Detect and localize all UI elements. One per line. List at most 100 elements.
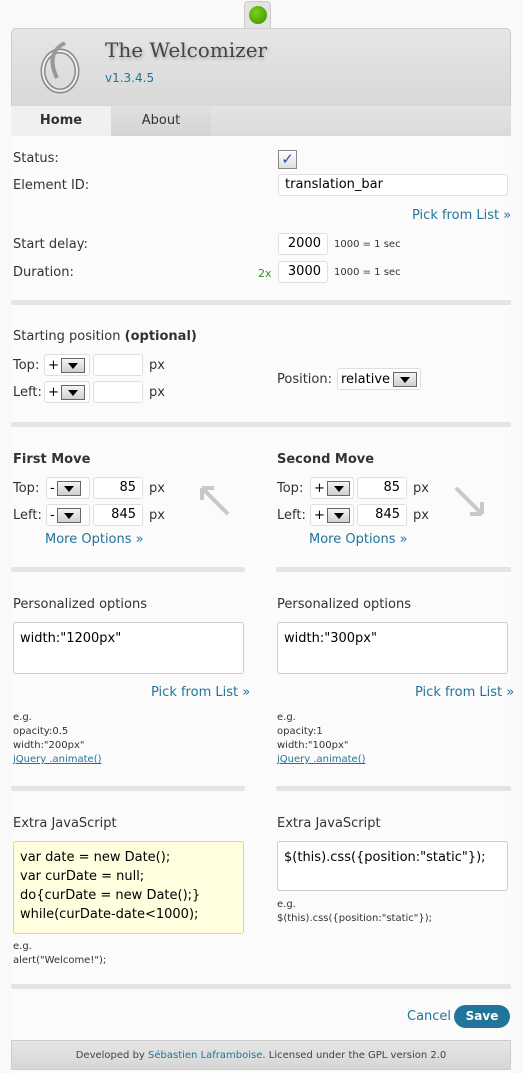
select-value: + <box>314 507 325 523</box>
example-line: width:"200px" <box>13 740 85 751</box>
first-left-sign-select[interactable]: - <box>46 504 90 526</box>
extra-js-title-2: Extra JavaScript <box>277 816 381 831</box>
status-label: Status: <box>13 151 59 166</box>
px-label: px <box>413 481 429 496</box>
extra-js-title-1: Extra JavaScript <box>13 816 117 831</box>
second-top-sign-select[interactable]: + <box>310 477 354 499</box>
duration-label: Duration: <box>13 265 74 280</box>
divider <box>11 567 245 572</box>
divider <box>11 300 511 305</box>
pick-from-list-link-1[interactable]: Pick from List » <box>151 685 250 700</box>
example-line: alert("Welcome!"); <box>13 955 107 966</box>
tab-home[interactable]: Home <box>11 106 111 136</box>
tab-about[interactable]: About <box>111 106 211 136</box>
chevron-down-icon <box>56 480 81 496</box>
chevron-down-icon <box>326 480 350 496</box>
select-value: relative <box>341 371 391 387</box>
px-label: px <box>149 508 165 523</box>
px-label: px <box>149 481 165 496</box>
personalized-example-2: e.g. opacity:1 width:"100px" jQuery .ani… <box>277 711 366 767</box>
eg-label: e.g. <box>277 899 296 910</box>
code-line: var curDate = null; <box>20 869 145 884</box>
position-select[interactable]: relative <box>337 368 421 390</box>
status-checkbox[interactable]: ✓ <box>278 150 297 169</box>
position-label: Position: <box>277 372 332 387</box>
start-left-label: Left: <box>13 385 42 400</box>
example-line: opacity:0.5 <box>13 726 69 737</box>
select-value: - <box>50 507 55 523</box>
cancel-link[interactable]: Cancel <box>407 1009 451 1024</box>
px-label: px <box>413 508 429 523</box>
code-line: $(this).css({position:"static"}); <box>284 850 486 865</box>
welcomizer-logo-icon <box>40 41 80 94</box>
starting-position-heading: Starting position (optional) <box>13 329 197 344</box>
example-line: width:"100px" <box>277 740 349 751</box>
first-left-label: Left: <box>13 508 42 523</box>
second-top-label: Top: <box>277 481 304 496</box>
start-left-input[interactable] <box>93 381 143 403</box>
example-line: $(this).css({position:"static"}); <box>277 913 433 924</box>
first-top-sign-select[interactable]: - <box>46 477 90 499</box>
footer-prefix: Developed by <box>75 1050 149 1061</box>
duration-hint: 1000 = 1 sec <box>334 267 401 278</box>
extra-js-textarea-1[interactable]: var date = new Date(); var curDate = nul… <box>13 841 244 934</box>
extra-js-textarea-2[interactable]: $(this).css({position:"static"}); <box>277 841 508 891</box>
personalized-options-textarea-1[interactable]: width:"1200px" <box>13 622 244 674</box>
first-left-input[interactable]: 845 <box>93 504 143 526</box>
eg-label: e.g. <box>13 712 32 723</box>
element-id-label: Element ID: <box>13 178 90 193</box>
pick-from-list-link-2[interactable]: Pick from List » <box>415 685 514 700</box>
divider <box>11 786 245 791</box>
jquery-animate-link[interactable]: jQuery .animate() <box>13 754 102 765</box>
chevron-down-icon <box>60 357 85 373</box>
chevron-down-icon <box>326 507 350 523</box>
optional-label: (optional) <box>124 329 197 344</box>
chevron-down-icon <box>60 384 85 400</box>
arrow-up-left-icon <box>200 486 230 516</box>
select-value: + <box>48 357 59 373</box>
divider <box>11 422 511 427</box>
select-value: + <box>48 384 59 400</box>
toggle-panel-tab[interactable] <box>244 1 271 29</box>
pick-from-list-link[interactable]: Pick from List » <box>412 208 511 223</box>
author-link[interactable]: Sébastien Laframboise <box>148 1050 262 1061</box>
eg-label: e.g. <box>13 941 32 952</box>
select-value: + <box>314 480 325 496</box>
app-title: The Welcomizer <box>105 38 268 62</box>
extra-js-example-2: e.g. $(this).css({position:"static"}); <box>277 898 432 926</box>
save-button[interactable]: Save <box>454 1005 510 1028</box>
second-left-sign-select[interactable]: + <box>310 504 354 526</box>
chevron-down-icon <box>56 507 81 523</box>
select-value: - <box>50 480 55 496</box>
start-left-sign-select[interactable]: + <box>44 381 90 403</box>
first-move-title: First Move <box>13 452 91 467</box>
second-left-input[interactable]: 845 <box>357 504 407 526</box>
jquery-animate-link[interactable]: jQuery .animate() <box>277 754 366 765</box>
start-delay-label: Start delay: <box>13 237 88 252</box>
duration-input[interactable]: 3000 <box>278 261 328 283</box>
extra-js-example-1: e.g. alert("Welcome!"); <box>13 940 106 968</box>
code-line: var date = new Date(); <box>20 850 171 865</box>
personalized-title-2: Personalized options <box>277 597 411 612</box>
personalized-options-textarea-2[interactable]: width:"300px" <box>277 622 508 674</box>
starting-position-title: Starting position <box>13 329 121 344</box>
version-label: v1.3.4.5 <box>105 71 155 85</box>
divider <box>276 786 511 791</box>
element-id-input[interactable]: translation_bar <box>278 174 508 196</box>
start-delay-input[interactable]: 2000 <box>278 233 328 255</box>
duration-multiplier[interactable]: 2x <box>258 267 272 280</box>
personalized-example-1: e.g. opacity:0.5 width:"200px" jQuery .a… <box>13 711 102 767</box>
first-top-input[interactable]: 85 <box>93 477 143 499</box>
divider <box>11 984 511 989</box>
second-top-input[interactable]: 85 <box>357 477 407 499</box>
start-top-input[interactable] <box>93 354 143 376</box>
start-top-sign-select[interactable]: + <box>44 354 90 376</box>
start-delay-hint: 1000 = 1 sec <box>334 239 401 250</box>
example-line: opacity:1 <box>277 726 323 737</box>
second-more-options-link[interactable]: More Options » <box>309 532 408 547</box>
status-light-icon <box>249 6 267 24</box>
footer: Developed by Sébastien Laframboise. Lice… <box>11 1040 511 1070</box>
eg-label: e.g. <box>277 712 296 723</box>
divider <box>276 567 511 572</box>
first-more-options-link[interactable]: More Options » <box>45 532 144 547</box>
